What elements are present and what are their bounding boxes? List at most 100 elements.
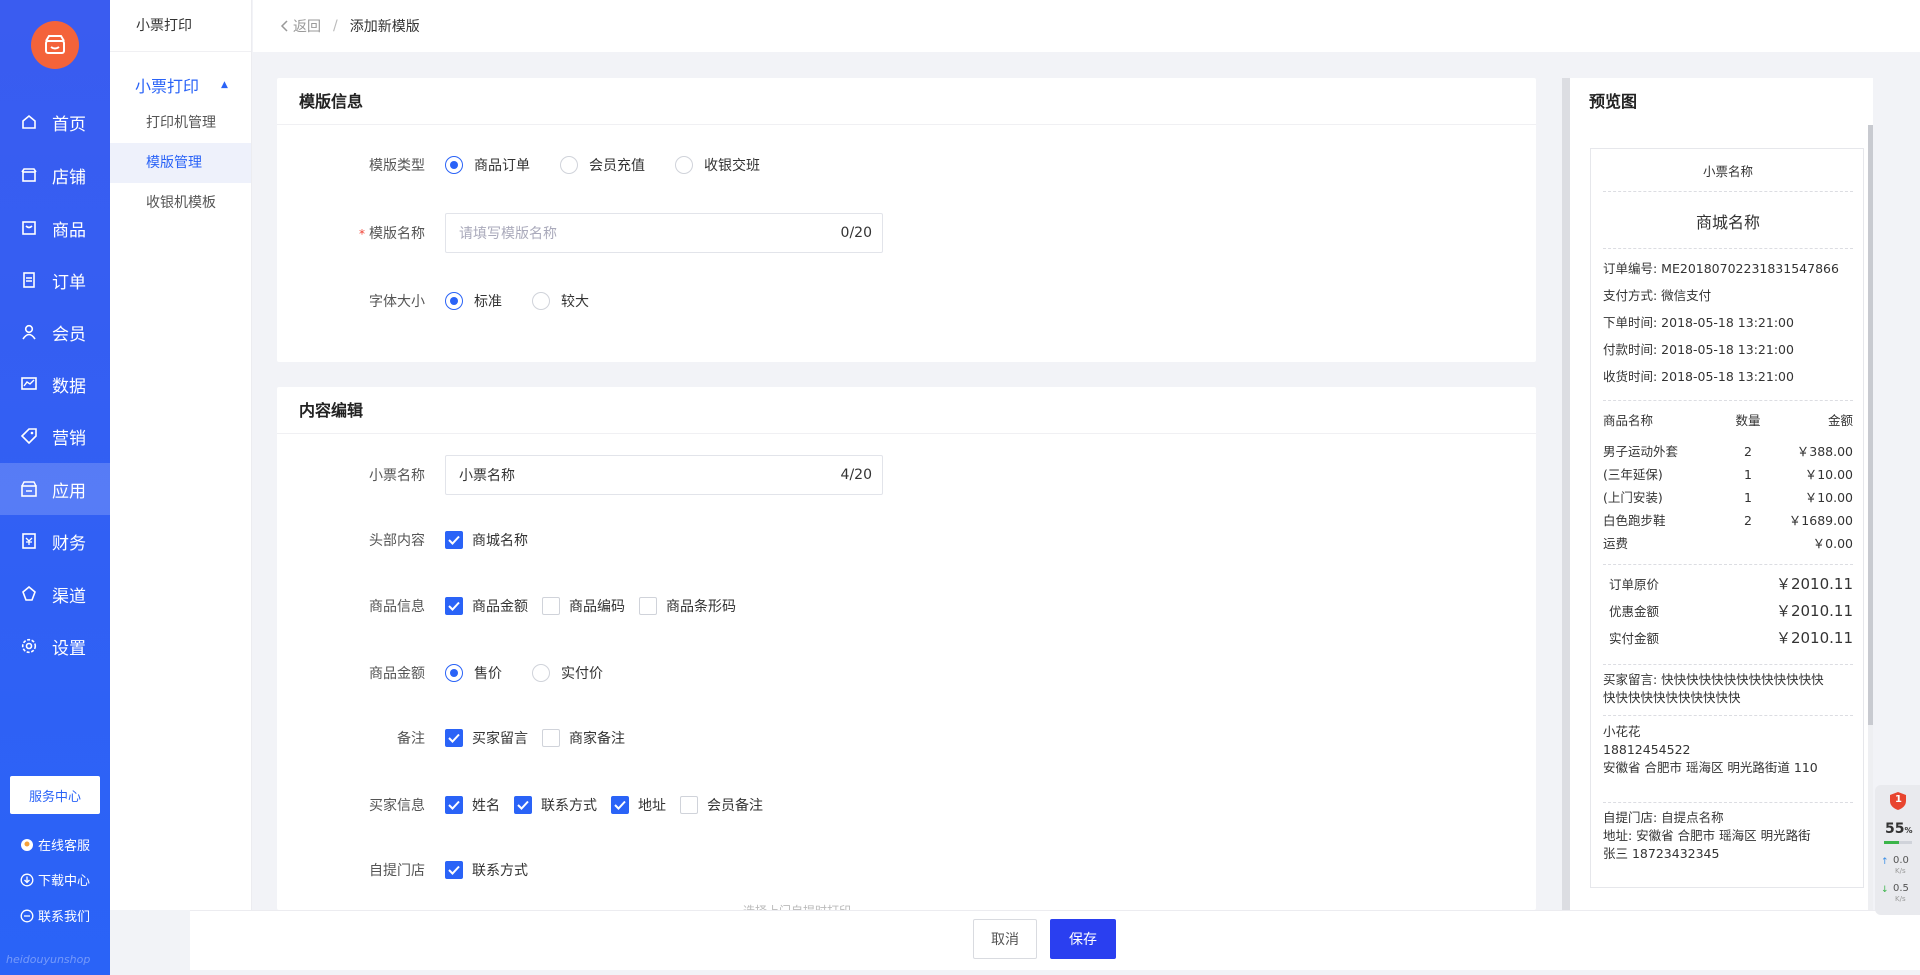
checkbox-pickup-contact[interactable]: 联系方式 bbox=[445, 860, 528, 880]
field-label: 字体大小 bbox=[369, 294, 425, 310]
table-cell: 1 bbox=[1744, 490, 1752, 505]
shield-badge: 1 bbox=[1895, 794, 1902, 805]
radio-label: 实付价 bbox=[561, 666, 603, 682]
radio-member-recharge[interactable]: 会员充值 bbox=[560, 155, 645, 175]
nav-label: 设置 bbox=[52, 638, 86, 659]
table-cell: 2 bbox=[1744, 513, 1752, 528]
table-cell: 男子运动外套 bbox=[1603, 444, 1679, 459]
nav-channel[interactable]: 渠道 bbox=[0, 568, 110, 620]
checkbox-label: 联系方式 bbox=[541, 798, 597, 814]
nav-home[interactable]: 首页 bbox=[0, 96, 110, 148]
field-label: 商品金额 bbox=[369, 666, 425, 682]
save-button[interactable]: 保存 bbox=[1050, 919, 1116, 959]
store-contact: 张三 18723432345 bbox=[1603, 846, 1720, 861]
network-monitor-widget[interactable]: 1 55% ↑ 0.0 K/s ↓ 0.5 K/s bbox=[1875, 785, 1920, 915]
subitem-cashier-template[interactable]: 收银机模板 bbox=[110, 183, 251, 223]
checkbox-label: 买家留言 bbox=[472, 731, 528, 747]
table-cell: ￥1689.00 bbox=[1788, 513, 1853, 528]
summary-row: 实付金额 ￥2010.11 bbox=[1603, 625, 1853, 652]
checkbox-buyer-address[interactable]: 地址 bbox=[611, 795, 666, 815]
summary-label: 优惠金额 bbox=[1609, 604, 1660, 619]
checkbox-box bbox=[542, 597, 560, 615]
subgroup-ticket-print[interactable]: 小票打印 ▲ bbox=[135, 73, 228, 97]
receipt-order-info: 订单编号: ME20180702231831547866 支付方式: 微信支付 … bbox=[1603, 255, 1853, 390]
subgroup-label: 小票打印 bbox=[135, 77, 200, 96]
check-icon bbox=[448, 800, 460, 810]
preview-scrollbar-thumb[interactable] bbox=[1868, 125, 1873, 725]
usage-percent-value: 55 bbox=[1885, 821, 1905, 837]
checkbox-goods-amount[interactable]: 商品金额 bbox=[445, 596, 528, 616]
breadcrumb-current: 添加新模版 bbox=[349, 19, 420, 35]
logo[interactable] bbox=[31, 21, 79, 69]
summary-value: ￥2010.11 bbox=[1775, 629, 1853, 647]
checkbox-label: 商品条形码 bbox=[666, 599, 736, 615]
radio-font-large[interactable]: 较大 bbox=[532, 291, 589, 311]
field-label: 商品信息 bbox=[369, 599, 425, 615]
remark-row: 备注 买家留言 商家备注 bbox=[277, 728, 639, 748]
usage-bar bbox=[1884, 841, 1912, 844]
ticket-name-row: 小票名称 小票名称 4/20 bbox=[277, 455, 883, 495]
checkbox-goods-barcode[interactable]: 商品条形码 bbox=[639, 596, 736, 616]
radio-paid-price[interactable]: 实付价 bbox=[532, 663, 603, 683]
subitem-printer-manage[interactable]: 打印机管理 bbox=[110, 103, 251, 143]
divider bbox=[1603, 715, 1853, 716]
nav-data[interactable]: 数据 bbox=[0, 358, 110, 410]
buyer-message-line: 快快快快快快快快快快快 bbox=[1603, 690, 1741, 705]
checkbox-goods-code[interactable]: 商品编码 bbox=[542, 596, 625, 616]
radio-font-standard[interactable]: 标准 bbox=[445, 291, 502, 311]
nav-store[interactable]: 店铺 bbox=[0, 149, 110, 201]
radio-label: 标准 bbox=[474, 294, 502, 310]
checkbox-buyer-phone[interactable]: 联系方式 bbox=[514, 795, 597, 815]
shield-icon: 1 bbox=[1889, 791, 1907, 811]
char-counter: 4/20 bbox=[840, 467, 872, 483]
nav-label: 数据 bbox=[52, 376, 86, 397]
nav-label: 应用 bbox=[52, 481, 86, 502]
radio-label: 收银交班 bbox=[704, 158, 760, 174]
online-service-link[interactable]: 在线客服 bbox=[20, 835, 90, 854]
checkbox-member-remark[interactable]: 会员备注 bbox=[680, 795, 763, 815]
checkbox-label: 商家备注 bbox=[569, 731, 625, 747]
radio-dot bbox=[445, 664, 463, 682]
nav-order[interactable]: 订单 bbox=[0, 254, 110, 306]
radio-sale-price[interactable]: 售价 bbox=[445, 663, 502, 683]
cancel-button[interactable]: 取消 bbox=[973, 919, 1037, 959]
service-center-button[interactable]: 服务中心 bbox=[10, 776, 100, 814]
back-link[interactable]: 返回 bbox=[279, 16, 321, 36]
subitem-template-manage[interactable]: 模版管理 bbox=[110, 143, 251, 183]
buyer-address: 安徽省 合肥市 瑶海区 明光路街道 110 bbox=[1603, 760, 1818, 775]
nav-label: 订单 bbox=[52, 272, 86, 293]
nav-apps[interactable]: 应用 bbox=[0, 463, 110, 515]
buyer-message-line: 买家留言: 快快快快快快快快快快快快快 bbox=[1603, 672, 1824, 687]
content-edit-card: 内容编辑 小票名称 小票名称 4/20 头部内容 商城名称 商品信息 商品金额 … bbox=[277, 387, 1536, 910]
nav-member[interactable]: 会员 bbox=[0, 306, 110, 358]
font-size-row: 字体大小 标准 较大 bbox=[277, 291, 619, 311]
checkbox-seller-remark[interactable]: 商家备注 bbox=[542, 728, 625, 748]
ticket-name-input[interactable]: 小票名称 4/20 bbox=[445, 455, 883, 495]
nav-marketing[interactable]: 营销 bbox=[0, 410, 110, 462]
shop-logo-icon bbox=[45, 35, 65, 54]
receipt-goods-table: 商品名称 数量 金额 男子运动外套 2 ￥388.00 (三年延保) 1 ￥10.00 … bbox=[1603, 409, 1853, 555]
nav-label: 营销 bbox=[52, 428, 86, 449]
card-title: 模版信息 bbox=[277, 78, 1536, 125]
checkbox-box bbox=[445, 597, 463, 615]
radio-dot bbox=[445, 156, 463, 174]
order-info-line: 付款时间: 2018-05-18 13:21:00 bbox=[1603, 342, 1794, 357]
summary-row: 订单原价 ￥2010.11 bbox=[1603, 571, 1853, 598]
receipt-shop-name: 商城名称 bbox=[1695, 213, 1760, 232]
checkbox-buyer-message[interactable]: 买家留言 bbox=[445, 728, 528, 748]
nav-goods[interactable]: 商品 bbox=[0, 202, 110, 254]
radio-goods-order[interactable]: 商品订单 bbox=[445, 155, 530, 175]
radio-cashier-shift[interactable]: 收银交班 bbox=[675, 155, 760, 175]
nav-finance[interactable]: 财务 bbox=[0, 515, 110, 567]
contact-us-link[interactable]: 联系我们 bbox=[20, 906, 90, 925]
chat-icon bbox=[20, 909, 34, 923]
checkbox-buyer-name[interactable]: 姓名 bbox=[445, 795, 500, 815]
nav-settings[interactable]: 设置 bbox=[0, 620, 110, 672]
goods-icon bbox=[20, 219, 38, 237]
buyer-info-row: 买家信息 姓名 联系方式 地址 会员备注 bbox=[277, 795, 777, 815]
template-name-input[interactable]: 请填写模版名称 0/20 bbox=[445, 213, 883, 253]
table-row: (上门安装) 1 ￥10.00 bbox=[1603, 486, 1853, 509]
check-icon bbox=[448, 733, 460, 743]
checkbox-shop-name[interactable]: 商城名称 bbox=[445, 530, 528, 550]
download-center-link[interactable]: 下载中心 bbox=[20, 870, 90, 889]
